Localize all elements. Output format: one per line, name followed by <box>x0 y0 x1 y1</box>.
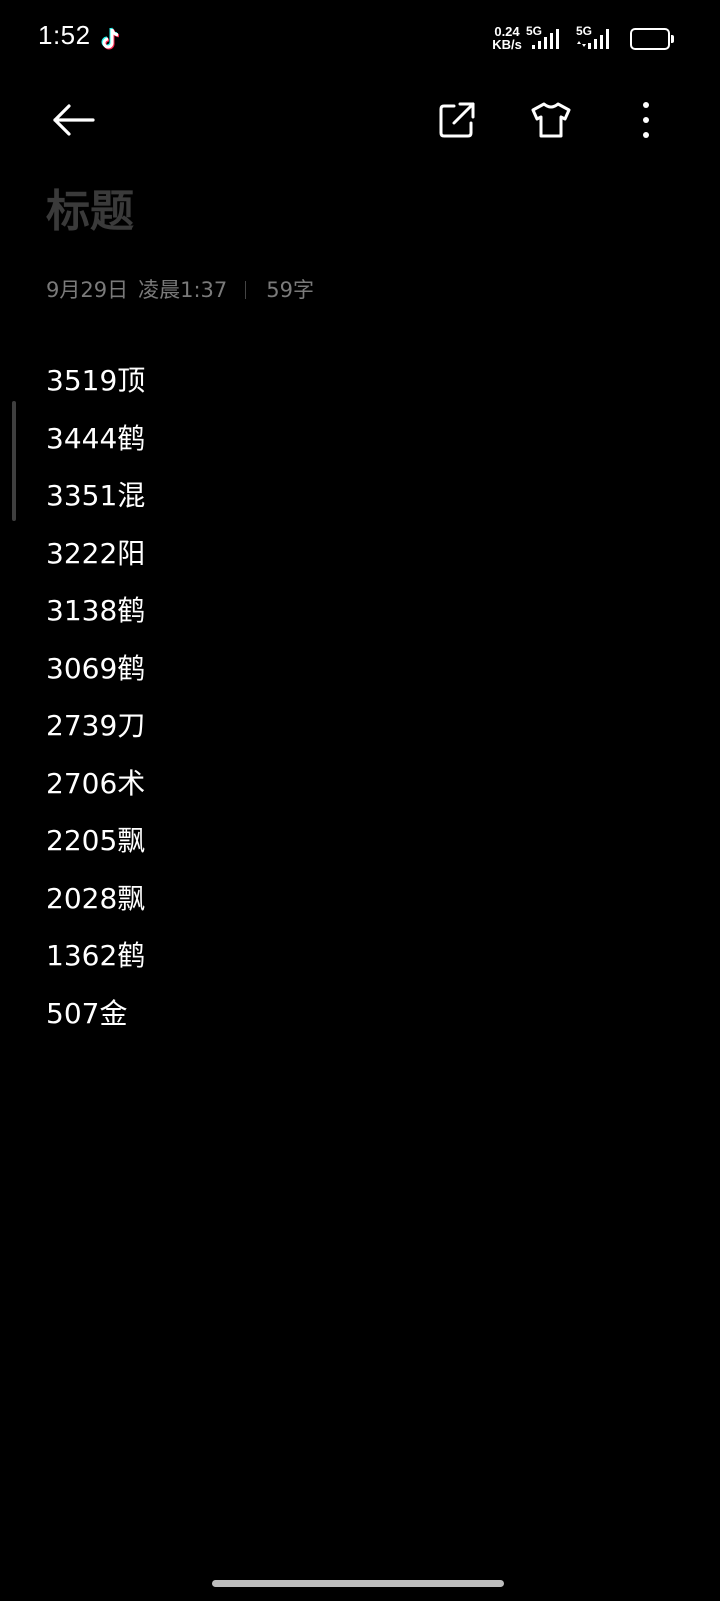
status-bar: 1:52 0.24 KB/s 5G 5G 50 <box>0 0 720 80</box>
note-line: 3069鹤 <box>46 651 146 685</box>
network-speed-unit: KB/s <box>492 37 522 52</box>
note-toolbar <box>0 80 720 160</box>
battery-level: 50 <box>641 30 659 47</box>
status-time: 1:52 <box>38 20 91 50</box>
note-title-field[interactable]: 标题 <box>46 184 134 240</box>
signal-bars-icon <box>532 29 559 49</box>
note-meta: 9月29日 凌晨1:37 59字 <box>46 276 314 304</box>
theme-button[interactable] <box>521 90 581 150</box>
arrow-left-icon <box>53 104 95 136</box>
scrollbar[interactable] <box>12 401 16 521</box>
tshirt-icon <box>531 102 571 138</box>
note-line: 3351混 <box>46 479 146 512</box>
note-line: 3222阳 <box>46 536 146 570</box>
note-date: 9月29日 <box>46 278 129 302</box>
note-line: 2205飘 <box>46 824 146 857</box>
more-options-button[interactable] <box>616 90 676 150</box>
meta-divider <box>245 281 247 299</box>
note-line: 3138鹤 <box>46 594 146 627</box>
share-button[interactable] <box>427 90 487 150</box>
signal-bars-data-icon <box>577 29 609 49</box>
share-external-icon <box>439 102 475 138</box>
note-line: 2706术 <box>46 766 146 800</box>
battery-indicator: 50 <box>630 28 674 50</box>
note-body[interactable]: 3519顶 3444鹤 3351混 3222阳 3138鹤 3069鹤 2739… <box>46 352 666 1042</box>
tiktok-icon <box>99 26 123 52</box>
cell-signal-1: 5G <box>526 24 570 52</box>
note-line: 3519顶 <box>46 364 146 397</box>
note-line: 2739刀 <box>46 709 146 742</box>
cell-signal-2: 5G <box>576 24 620 52</box>
home-gesture-bar[interactable] <box>212 1580 504 1587</box>
note-word-count: 59字 <box>266 278 314 302</box>
note-line: 507金 <box>46 996 128 1030</box>
note-line: 3444鹤 <box>46 421 146 455</box>
note-line: 2028飘 <box>46 881 146 915</box>
network-speed: 0.24 KB/s <box>489 25 525 51</box>
note-time: 凌晨1:37 <box>138 278 228 302</box>
back-button[interactable] <box>43 90 103 150</box>
note-line: 1362鹤 <box>46 939 146 972</box>
more-vertical-icon <box>643 102 649 138</box>
